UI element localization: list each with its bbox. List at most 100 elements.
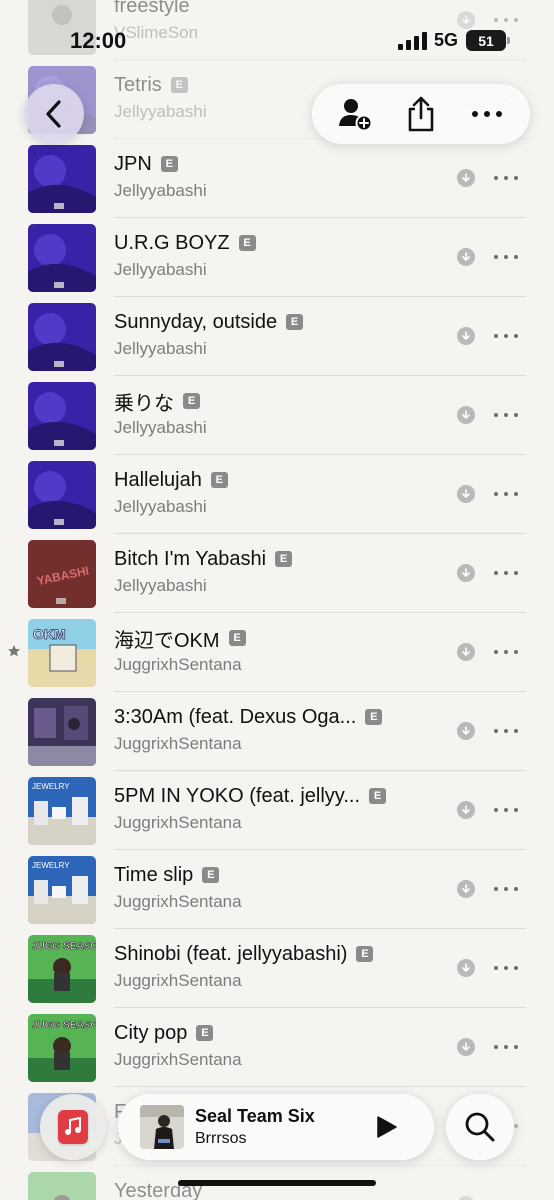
battery-level: 51 <box>478 32 494 49</box>
explicit-badge: E <box>369 788 386 804</box>
track-title: 5PM IN YOKO (feat. jellyy... <box>114 784 360 807</box>
track-meta: U.R.G BOYZ E Jellyyabashi <box>114 227 414 280</box>
track-artist: Jellyyabashi <box>114 418 207 437</box>
search-button[interactable] <box>446 1094 514 1160</box>
downloaded-icon <box>457 643 475 661</box>
downloaded-icon <box>457 485 475 503</box>
track-more-button[interactable] <box>494 801 518 819</box>
track-more-button[interactable] <box>494 1196 518 1200</box>
explicit-badge: E <box>202 867 220 883</box>
track-more-button[interactable] <box>494 485 518 503</box>
track-title: Tetris <box>114 73 162 96</box>
more-options-button[interactable] <box>465 92 509 136</box>
explicit-badge: E <box>286 314 304 330</box>
downloaded-icon <box>457 1038 475 1056</box>
track-title: JPN <box>114 152 152 175</box>
track-row[interactable]: 3:30Am (feat. Dexus Oga... E JuggrixhSenta… <box>0 692 554 771</box>
track-more-button[interactable] <box>494 643 518 661</box>
now-playing-artwork <box>140 1105 184 1149</box>
track-row[interactable]: JUGG SEASON City pop E JuggrixhSentana <box>0 1008 554 1087</box>
track-more-button[interactable] <box>494 1038 518 1056</box>
track-list: freestyle VSlimeSon Tetris E Jellyyabashi JPN… <box>0 0 554 1200</box>
track-title: Hallelujah <box>114 468 202 491</box>
track-row[interactable]: 乗りな E Jellyyabashi <box>0 376 554 455</box>
album-artwork <box>28 698 96 766</box>
track-artist: JuggrixhSentana <box>114 892 242 911</box>
track-more-button[interactable] <box>494 564 518 582</box>
explicit-badge: E <box>238 235 256 251</box>
music-app-icon <box>58 1110 88 1144</box>
svg-text:JUGG SEASON: JUGG SEASON <box>32 941 96 952</box>
track-more-button[interactable] <box>494 722 518 740</box>
album-artwork <box>28 303 96 371</box>
track-meta: 5PM IN YOKO (feat. jellyy... E JuggrixhSen… <box>114 780 414 833</box>
album-artwork: JEWELRY <box>28 856 96 924</box>
track-meta: Hallelujah E Jellyyabashi <box>114 464 414 517</box>
explicit-badge: E <box>170 77 188 93</box>
track-meta: City pop E JuggrixhSentana <box>114 1017 414 1070</box>
album-artwork <box>28 224 96 292</box>
track-title: 海辺でOKM <box>114 629 220 652</box>
downloaded-icon <box>457 327 475 345</box>
now-playing-artist: Brrrsos <box>195 1130 247 1147</box>
downloaded-icon <box>457 880 475 898</box>
track-meta: 海辺でOKM E JuggrixhSentana <box>114 622 414 675</box>
downloaded-icon <box>457 564 475 582</box>
track-title: Sunnyday, outside <box>114 310 278 333</box>
play-icon[interactable] <box>374 1115 398 1139</box>
track-row[interactable]: OKM 海辺でOKM E JuggrixhSentana <box>0 613 554 692</box>
track-row[interactable]: Sunnyday, outside E Jellyyabashi <box>0 297 554 376</box>
cellular-signal-icon <box>398 32 427 50</box>
album-artwork <box>28 1172 96 1200</box>
album-artwork: YABASHI <box>28 540 96 608</box>
track-artist: JuggrixhSentana <box>114 813 242 832</box>
track-row[interactable]: JEWELRY Time slip E JuggrixhSentana <box>0 850 554 929</box>
explicit-badge: E <box>183 393 200 409</box>
downloaded-icon <box>457 722 475 740</box>
library-button[interactable] <box>40 1094 106 1160</box>
track-meta: Bitch I'm Yabashi E Jellyyabashi <box>114 543 414 596</box>
track-more-button[interactable] <box>494 406 518 424</box>
back-button[interactable] <box>24 84 84 144</box>
explicit-badge: E <box>196 1025 214 1041</box>
explicit-badge: E <box>210 472 228 488</box>
track-meta: Shinobi (feat. jellyyabashi) E JuggrixhSen… <box>114 938 414 991</box>
track-row[interactable]: YABASHI Bitch I'm Yabashi E Jellyyabashi <box>0 534 554 613</box>
top-actions <box>312 84 530 144</box>
track-row[interactable]: Hallelujah E Jellyyabashi <box>0 455 554 534</box>
track-meta: 3:30Am (feat. Dexus Oga... E JuggrixhSenta… <box>114 701 414 754</box>
share-button[interactable] <box>399 92 443 136</box>
track-meta: Sunnyday, outside E Jellyyabashi <box>114 306 414 359</box>
track-row[interactable]: U.R.G BOYZ E Jellyyabashi <box>0 218 554 297</box>
track-row[interactable]: JPN E Jellyyabashi <box>0 139 554 218</box>
track-artist: JuggrixhSentana <box>114 971 242 990</box>
svg-text:JEWELRY: JEWELRY <box>32 782 70 791</box>
downloaded-icon <box>457 1196 475 1200</box>
track-row[interactable]: JEWELRY 5PM IN YOKO (feat. jellyy... E Jugg… <box>0 771 554 850</box>
explicit-badge: E <box>160 156 178 172</box>
downloaded-icon <box>457 406 475 424</box>
track-more-button[interactable] <box>494 959 518 977</box>
downloaded-icon <box>457 959 475 977</box>
track-more-button[interactable] <box>494 169 518 187</box>
album-artwork: OKM <box>28 619 96 687</box>
share-icon <box>408 96 434 132</box>
track-meta: Time slip E JuggrixhSentana <box>114 859 414 912</box>
track-meta: JPN E Jellyyabashi <box>114 148 414 201</box>
svg-text:JEWELRY: JEWELRY <box>32 861 70 870</box>
track-more-button[interactable] <box>494 327 518 345</box>
add-friend-button[interactable] <box>333 92 377 136</box>
status-bar: 12:00 5G 51 <box>0 0 554 66</box>
track-title: Bitch I'm Yabashi <box>114 547 267 570</box>
mini-player[interactable]: Seal Team Six Brrrsos <box>118 1094 434 1160</box>
home-indicator[interactable] <box>178 1180 376 1186</box>
track-more-button[interactable] <box>494 248 518 266</box>
track-more-button[interactable] <box>494 880 518 898</box>
track-title: 乗りな <box>114 392 174 415</box>
explicit-badge: E <box>228 630 246 646</box>
track-artist: Jellyyabashi <box>114 497 207 516</box>
downloaded-icon <box>457 801 475 819</box>
album-artwork: JEWELRY <box>28 777 96 845</box>
track-row[interactable]: JUGG SEASON Shinobi (feat. jellyyabashi) E… <box>0 929 554 1008</box>
now-playing-title: Seal Team Six <box>195 1106 315 1126</box>
